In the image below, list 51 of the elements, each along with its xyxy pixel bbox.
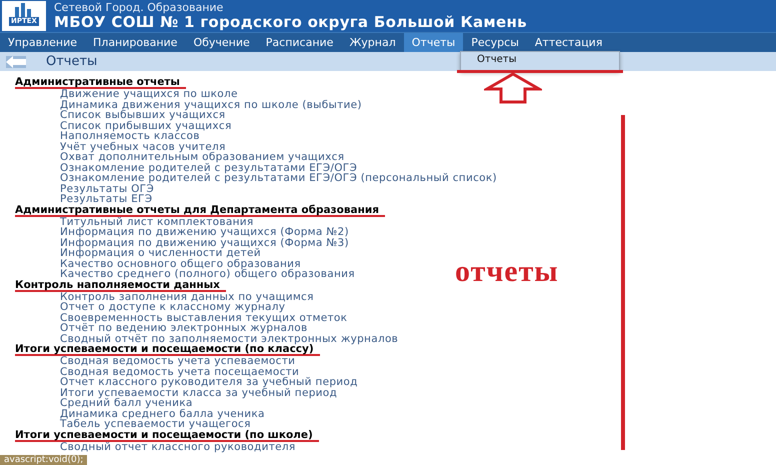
section-heading: Административные отчеты для Департамента образования: [15, 204, 385, 216]
section-heading: Итоги успеваемости и посещаемости (по классу): [15, 344, 320, 356]
section-heading: Контроль наполняемости данных: [15, 280, 226, 292]
nav-tab[interactable]: Управление: [0, 33, 86, 52]
annotation-text: отчеты: [455, 255, 559, 289]
report-link[interactable]: Отчет классного руководителя за учебный период: [60, 377, 358, 388]
report-link[interactable]: Отчет о доступе к классному журналу: [60, 302, 286, 312]
status-bar: avascript:void(0);: [0, 455, 88, 465]
section-heading: Административные отчеты: [15, 77, 186, 89]
report-link[interactable]: Итоги успеваемости класса за учебный период: [60, 388, 338, 398]
report-link[interactable]: Ознакомление родителей с результатами ЕГЭ/ОГЭ: [60, 162, 358, 173]
report-link[interactable]: Движение учащихся по школе: [60, 89, 238, 100]
report-link[interactable]: Наполняемость классов: [60, 131, 200, 142]
report-link[interactable]: Информация по движению учащихся (Форма №3): [60, 238, 349, 248]
nav-tab[interactable]: Планирование: [85, 33, 186, 52]
report-link[interactable]: Информация по движению учащихся (Форма №2): [60, 227, 349, 238]
section-heading: Итоги успеваемости и посещаемости (по школе): [15, 430, 319, 442]
report-link[interactable]: Учёт учебных часов учителя: [60, 142, 226, 152]
report-link[interactable]: Охват дополнительным образованием учащихся: [60, 152, 344, 162]
nav-tab[interactable]: Расписание: [258, 33, 342, 52]
page-title: Отчеты: [46, 54, 98, 69]
back-arrow-icon[interactable]: [6, 56, 26, 68]
report-link[interactable]: Результаты ЕГЭ: [60, 194, 152, 204]
school-title: МБОУ СОШ № 1 городского округа Большой Камень: [54, 14, 527, 30]
report-link[interactable]: Качество основного общего образования: [60, 258, 301, 269]
report-link[interactable]: Сводный отчет классного руководителя: [60, 442, 296, 452]
report-link[interactable]: Титульный лист комплектования: [60, 216, 254, 227]
report-link[interactable]: Информация о численности детей: [60, 248, 261, 258]
report-link[interactable]: Сводная ведомость учета посещаемости: [60, 366, 300, 377]
report-link[interactable]: Список выбывших учащихся: [60, 110, 226, 120]
nav-tab[interactable]: Отчеты: [404, 33, 464, 52]
menu-item[interactable]: Отчеты: [457, 52, 623, 73]
nav-tab[interactable]: Обучение: [185, 33, 258, 52]
report-link[interactable]: Табель успеваемости учащегося: [60, 419, 251, 430]
app-name: Сетевой Город. Образование: [54, 2, 224, 14]
report-link[interactable]: Отчёт по ведению электронных журналов: [60, 323, 308, 334]
nav-tab[interactable]: Журнал: [341, 33, 404, 52]
report-link[interactable]: Сводный отчёт по заполняемости электронных журналов: [60, 334, 398, 344]
nav-tab[interactable]: Ресурсы: [463, 33, 527, 52]
report-link[interactable]: Результаты ОГЭ: [60, 184, 154, 194]
report-link[interactable]: Средний балл ученика: [60, 398, 193, 408]
report-link[interactable]: Ознакомление родителей с результатами ЕГЭ/ОГЭ (персональный список): [60, 173, 497, 184]
report-link[interactable]: Динамика движения учащихся по школе (выбытие): [60, 100, 362, 110]
report-link[interactable]: Список прибывших учащихся: [60, 120, 232, 131]
report-link[interactable]: Своевременность выставления текущих отметок: [60, 312, 348, 323]
report-link[interactable]: Динамика среднего балла ученика: [60, 408, 265, 419]
report-link[interactable]: Контроль заполнения данных по учащимся: [60, 292, 314, 302]
arrow-drawing: [484, 72, 542, 104]
report-link[interactable]: Качество среднего (полного) общего образования: [60, 269, 355, 280]
nav-tab[interactable]: Аттестация: [526, 33, 610, 52]
report-link[interactable]: Сводная ведомость учета успеваемости: [60, 356, 296, 366]
